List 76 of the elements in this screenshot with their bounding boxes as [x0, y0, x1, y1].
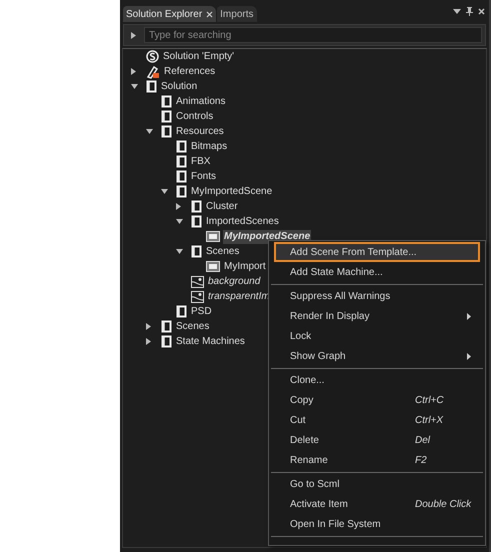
image-icon	[191, 290, 204, 302]
menu-item[interactable]: Activate Item Double Click	[274, 494, 480, 514]
folder-icon	[161, 320, 172, 333]
folder-icon	[176, 185, 187, 198]
collapsed-arrow-icon[interactable]	[146, 323, 151, 330]
menu-item[interactable]: Show Graph	[274, 346, 480, 366]
references-icon	[146, 64, 160, 78]
image-icon	[191, 276, 204, 288]
tree-item[interactable]: Cluster	[205, 200, 239, 214]
menu-item[interactable]: Clone...	[274, 370, 480, 390]
tree-item[interactable]: MyImportedScene	[223, 230, 312, 244]
menu-item[interactable]: Lock	[274, 326, 480, 346]
tree-item[interactable]: Animations	[175, 94, 226, 108]
tree-item[interactable]: MyImportedScene	[190, 184, 274, 198]
tree-item[interactable]: background	[207, 274, 262, 288]
tree-item[interactable]: Resources	[175, 124, 225, 138]
close-icon[interactable]	[478, 8, 485, 14]
pin-icon[interactable]	[466, 6, 473, 16]
tree-item[interactable]: ImportedScenes	[205, 214, 280, 228]
tree-item[interactable]: Scenes	[175, 320, 210, 334]
shortcut-text: Ctrl+C	[415, 394, 444, 406]
menu-item[interactable]: Delete Del	[274, 430, 480, 450]
folder-icon	[176, 170, 187, 183]
folder-icon	[191, 245, 202, 258]
folder-icon	[191, 200, 202, 213]
tree-item[interactable]: FBX	[190, 154, 212, 168]
shortcut-text: Double Click	[415, 498, 472, 510]
collapsed-arrow-icon[interactable]	[176, 203, 181, 210]
expanded-arrow-icon[interactable]	[176, 249, 183, 254]
shortcut-text: F2	[415, 454, 427, 466]
tree-item[interactable]: Solution 'Empty'	[162, 50, 236, 64]
expanded-arrow-icon[interactable]	[176, 219, 183, 224]
tree-item[interactable]: PSD	[190, 304, 213, 318]
tree-item[interactable]: transparentIm	[207, 290, 271, 304]
expanded-arrow-icon[interactable]	[161, 189, 168, 194]
menu-item[interactable]: Add State Machine...	[274, 262, 480, 282]
folder-icon	[161, 335, 172, 348]
menu-item[interactable]: Cut Ctrl+X	[274, 410, 480, 430]
scene-icon	[206, 261, 220, 272]
expand-arrow-icon[interactable]	[131, 32, 136, 38]
tree-item[interactable]: MyImport	[223, 260, 267, 274]
menu-item[interactable]: Rename F2	[274, 450, 480, 470]
tree-item[interactable]: State Machines	[175, 334, 246, 348]
tree-item[interactable]: Bitmaps	[190, 140, 228, 154]
scene-icon	[206, 231, 220, 242]
menu-item[interactable]: Copy Ctrl+C	[274, 390, 480, 410]
folder-icon	[146, 80, 157, 93]
folder-icon	[191, 215, 202, 228]
tree-item[interactable]: References	[163, 64, 216, 78]
folder-icon	[176, 155, 187, 168]
tree-item[interactable]: Fonts	[190, 170, 218, 184]
menu-item[interactable]: Render In Display	[274, 306, 480, 326]
tree-item[interactable]: Solution	[160, 80, 198, 94]
collapsed-arrow-icon[interactable]	[131, 68, 136, 75]
menu-item[interactable]: Open In File System	[274, 514, 480, 534]
folder-icon	[176, 140, 187, 153]
panel-tab[interactable]: Imports	[217, 6, 256, 22]
solution-icon	[146, 50, 159, 63]
tree-item[interactable]: Controls	[175, 110, 214, 124]
close-icon[interactable]	[206, 10, 214, 18]
folder-icon	[176, 305, 187, 318]
collapsed-arrow-icon[interactable]	[146, 338, 151, 345]
shortcut-text: Ctrl+X	[415, 414, 444, 426]
expanded-arrow-icon[interactable]	[131, 84, 138, 89]
tree-item[interactable]: Scenes	[205, 244, 240, 258]
menu-item[interactable]: Go to Scml	[274, 474, 480, 494]
shortcut-text: Del	[415, 434, 430, 446]
panel-tab[interactable]: Solution Explorer	[123, 6, 216, 22]
search-field[interactable]: Type for searching	[144, 27, 482, 43]
folder-icon	[161, 110, 172, 123]
folder-icon	[161, 95, 172, 108]
folder-icon	[161, 125, 172, 138]
expanded-arrow-icon[interactable]	[146, 129, 153, 134]
menu-item[interactable]: Suppress All Warnings	[274, 286, 480, 306]
dropdown-icon[interactable]	[453, 8, 461, 14]
menu-item[interactable]: Add Scene From Template...	[274, 242, 480, 262]
